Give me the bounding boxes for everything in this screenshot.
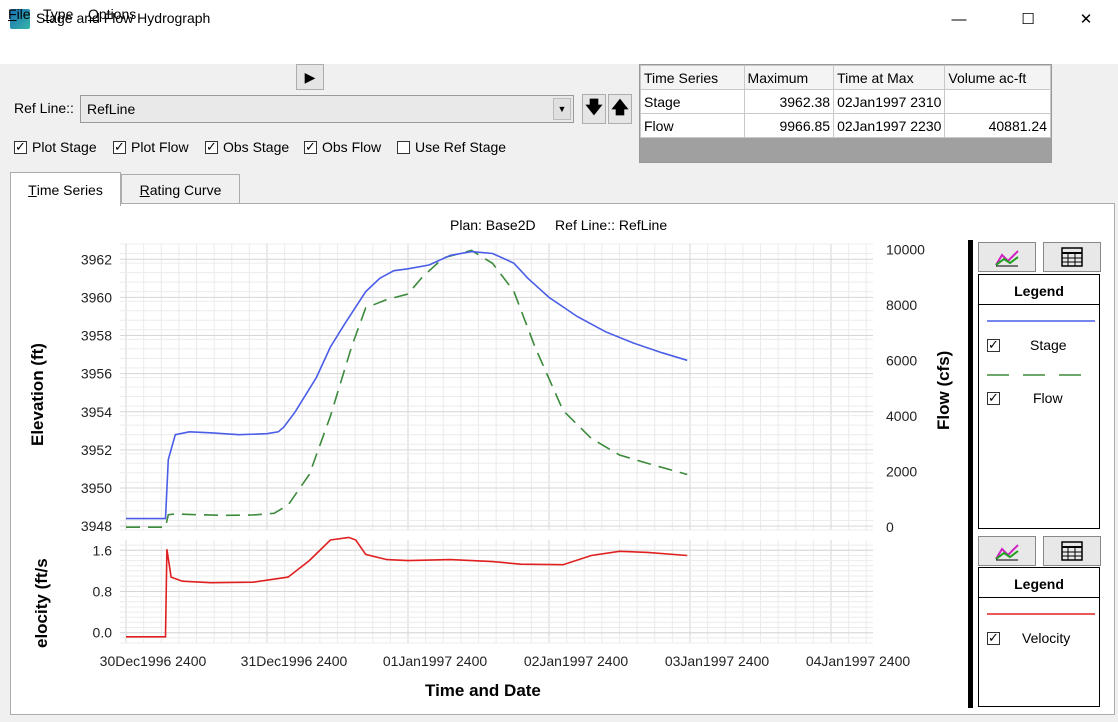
chart-view-button[interactable] (978, 536, 1036, 566)
y-tick-label: 3958 (81, 328, 112, 344)
y-tick-label: 3962 (81, 251, 112, 267)
chart-view-button[interactable] (978, 242, 1036, 272)
y-tick-label: 3952 (81, 442, 112, 458)
table-icon (1061, 541, 1083, 561)
y2-tick-label: 4000 (886, 408, 917, 424)
y-tick-label: 0.8 (93, 584, 113, 600)
hydrograph-chart: 3948 3950 3952 3954 3956 3958 3960 3962 0 2000 400… (81, 242, 925, 669)
chart-icon (995, 250, 1019, 267)
checkbox-box[interactable]: ✓ (987, 390, 1000, 405)
y2-tick-label: 8000 (886, 297, 917, 313)
legend-title: Legend (979, 568, 1099, 598)
y-tick-label: 3950 (81, 480, 112, 496)
stage-flow-plot: 3948 3950 3952 3954 3956 3958 3960 3962 0 2000 400… (81, 242, 925, 536)
y-tick-label: 3948 (81, 518, 112, 534)
y2-tick-label: 10000 (886, 242, 925, 258)
y-tick-label: 0.0 (93, 625, 113, 641)
stage-legend-line (987, 320, 1095, 322)
y-tick-label: 1.6 (93, 542, 113, 558)
x-tick-label: 01Jan1997 2400 (383, 653, 488, 669)
y2-tick-label: 2000 (886, 464, 917, 480)
y2-tick-label: 0 (886, 519, 894, 535)
checkbox-box[interactable]: ✓ (987, 337, 1000, 352)
x-tick-label: 03Jan1997 2400 (665, 653, 770, 669)
x-tick-label: 04Jan1997 2400 (806, 653, 911, 669)
chart-icon (995, 544, 1019, 561)
velocity-plot: 0.0 0.8 1.6 30Dec1996 2400 31Dec1996 2400 01J… (93, 536, 911, 669)
legend-item-stage[interactable]: ✓ Stage (987, 337, 1067, 353)
tab-time-series[interactable]: Time Series (10, 172, 121, 206)
velocity-legend-line (987, 613, 1095, 615)
legend-item-velocity[interactable]: ✓ Velocity (987, 630, 1070, 646)
table-icon (1061, 247, 1083, 267)
legend-separator (968, 240, 973, 708)
y-tick-label: 3956 (81, 366, 112, 382)
x-tick-label: 31Dec1996 2400 (241, 653, 348, 669)
table-view-button[interactable] (1043, 536, 1101, 566)
legend-item-flow[interactable]: ✓ Flow (987, 390, 1063, 406)
legend-title: Legend (979, 275, 1099, 305)
y-tick-label: 3954 (81, 404, 112, 420)
legend-panel-bottom: Legend ✓ Velocity (978, 567, 1100, 707)
x-tick-label: 30Dec1996 2400 (100, 653, 207, 669)
legend-panel-top: Legend ✓ Stage ✓ Flow (978, 274, 1100, 529)
y2-tick-label: 6000 (886, 353, 917, 369)
flow-legend-line (987, 374, 1095, 376)
x-tick-label: 02Jan1997 2400 (524, 653, 629, 669)
table-view-button[interactable] (1043, 242, 1101, 272)
y-tick-label: 3960 (81, 289, 112, 305)
checkbox-box[interactable]: ✓ (987, 630, 1000, 645)
